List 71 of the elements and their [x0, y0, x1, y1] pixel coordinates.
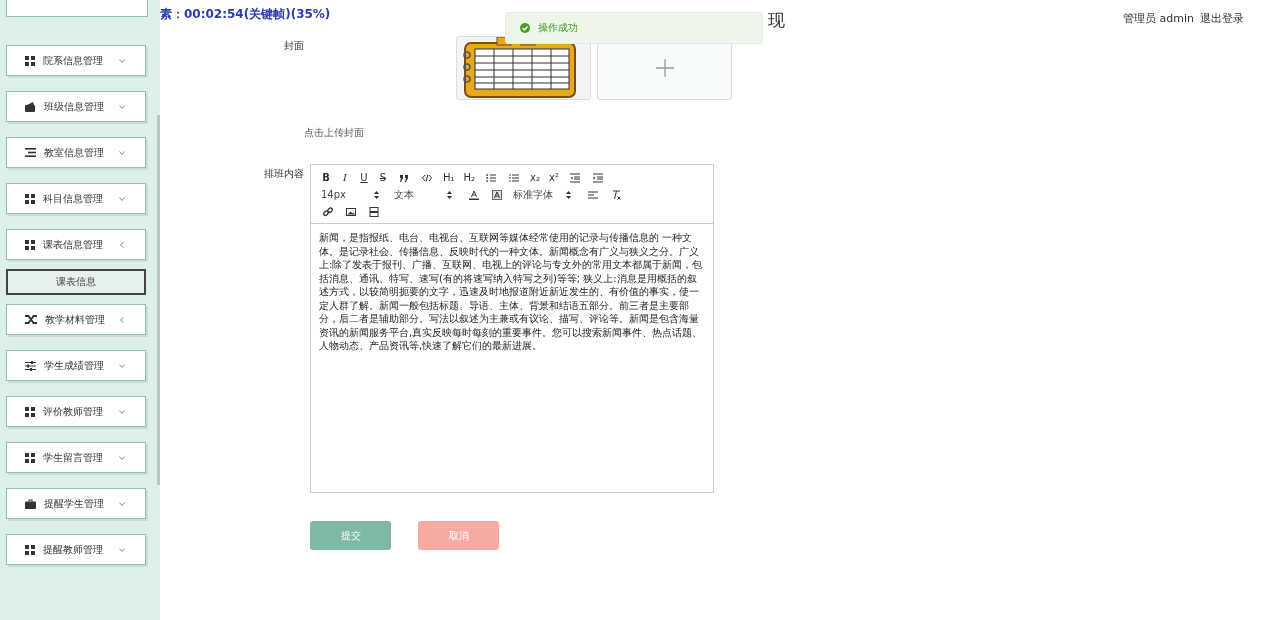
code-icon[interactable]	[422, 172, 432, 183]
chevron-left-icon	[119, 241, 125, 248]
grid-icon	[25, 239, 35, 250]
sliders-icon	[25, 360, 36, 371]
plus-icon	[655, 59, 674, 77]
chevron-down-icon	[119, 195, 125, 202]
font-color-icon[interactable]	[469, 189, 479, 200]
outdent-icon[interactable]	[570, 172, 581, 183]
quote-icon[interactable]	[399, 172, 409, 183]
list-icon	[25, 148, 36, 157]
toolbar-select[interactable]: 14px	[321, 189, 381, 200]
sidebar-item[interactable]: 提醒学生管理	[6, 488, 146, 519]
briefcase-icon	[25, 498, 36, 509]
up-down-arrows-icon	[447, 190, 452, 199]
success-icon	[520, 23, 530, 33]
submenu-item[interactable]: 课表信息	[6, 269, 146, 295]
format-button[interactable]: U	[359, 172, 369, 183]
background-color-icon[interactable]	[492, 189, 502, 200]
bullet-list-icon[interactable]	[509, 172, 520, 183]
chevron-down-icon	[119, 103, 125, 110]
video-icon[interactable]	[369, 206, 379, 217]
field-label: 排班内容	[263, 167, 305, 181]
toolbar-select[interactable]: 标准字体	[513, 187, 573, 202]
chevron-down-icon	[119, 362, 125, 369]
grid-icon	[25, 55, 35, 66]
format-button[interactable]: x²	[549, 172, 560, 183]
grid-icon	[25, 406, 35, 417]
sidebar-item[interactable]: 提醒教师管理	[6, 534, 146, 565]
grid-icon	[25, 452, 35, 463]
sidebar-item[interactable]: 课表信息管理	[6, 229, 146, 260]
grid-icon	[25, 544, 35, 555]
sidebar-item[interactable]: 评价教师管理	[6, 396, 146, 427]
sidebar-item[interactable]: 教学材料管理	[6, 304, 146, 335]
chevron-down-icon	[119, 57, 125, 64]
wallet-icon	[25, 101, 36, 112]
chevron-left-icon	[119, 316, 125, 323]
image-icon[interactable]	[346, 206, 356, 217]
indent-icon[interactable]	[593, 172, 604, 183]
editor-content[interactable]: 新闻，是指报纸、电台、电视台、互联网等媒体经常使用的记录与传播信息的 一种文体。是记录社会、传播信息、反映时代的一种文体。新闻概念有广义与狭义之分。广义上:除了发表于报刊、广播、互联网、电视上的评论与专文外的常用文本都属于新闻，包括消息、通讯、特写、速写(有的将速写纳入特写之列)等等; 狭义上:消息是用概括的叙述方式，以较简明扼要的文字，迅速及时地报道附近新近发生的、有价值的事实，使一定人群了解。新闻一般包括标题、导语、主体、背景和结语五部分。前三者是主要部分，后二者是辅助部分。写法以叙述为主兼或有议论、描写、评论等。新闻是包含海量资讯的新闻服务平台,真实反映每时每刻的重要事件。您可以搜索新闻事件、热点话题、人物动态、产品资讯等,快速了解它们的最新进展。	[311, 224, 713, 360]
grid-icon	[25, 193, 35, 204]
format-button[interactable]: B	[321, 172, 331, 183]
recorder-overlay: 素：00:02:54(关键帧)(35%)	[160, 6, 331, 23]
format-button[interactable]: S	[378, 172, 388, 183]
format-button[interactable]: H₁	[443, 172, 455, 183]
sidebar-item[interactable]: 学生成绩管理	[6, 350, 146, 381]
up-down-arrows-icon	[566, 190, 571, 199]
link-icon[interactable]	[323, 206, 333, 217]
page-title: 现	[768, 9, 785, 32]
up-down-arrows-icon	[374, 190, 379, 199]
toolbar-select[interactable]: 文本	[394, 187, 454, 202]
sidebar-item[interactable]: 科目信息管理	[6, 183, 146, 214]
upload-hint: 点击上传封面	[304, 126, 365, 140]
format-button[interactable]: x₂	[530, 172, 541, 183]
sidebar-item[interactable]: 班级信息管理	[6, 91, 146, 122]
sidebar-item[interactable]: 学生留言管理	[6, 442, 146, 473]
ordered-list-icon[interactable]	[486, 172, 497, 183]
format-button[interactable]: H₂	[463, 172, 476, 183]
sidebar-item[interactable]: 院系信息管理	[6, 45, 146, 76]
chevron-down-icon	[119, 149, 125, 156]
chevron-down-icon	[119, 500, 125, 507]
user-label: 管理员 admin	[1123, 11, 1194, 26]
logout-link[interactable]: 退出登录	[1200, 11, 1244, 26]
clear-format-icon[interactable]	[611, 189, 621, 200]
format-button[interactable]: I	[340, 172, 350, 183]
sidebar-item[interactable]: 教室信息管理	[6, 137, 146, 168]
chevron-down-icon	[119, 546, 125, 553]
chevron-down-icon	[119, 454, 125, 461]
chevron-down-icon	[119, 408, 125, 415]
align-icon[interactable]	[588, 189, 598, 200]
field-label: 封面	[283, 39, 305, 53]
success-toast: 操作成功	[505, 12, 763, 44]
